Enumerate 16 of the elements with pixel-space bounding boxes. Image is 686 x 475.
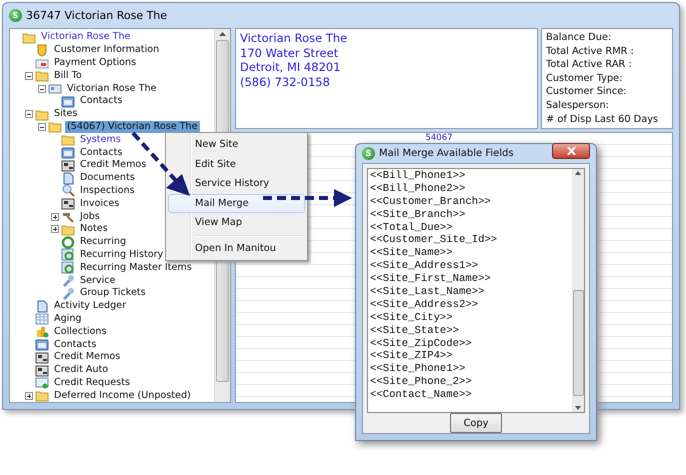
grid-label: 54067 <box>425 133 453 143</box>
summary-label: Total Active RAR : <box>546 58 633 72</box>
summary-label: Customer Since: <box>546 85 628 99</box>
address-line: 170 Water Street <box>240 46 340 60</box>
address-line: (586) 732-0158 <box>240 75 331 90</box>
address-line: Victorian Rose The <box>240 31 348 46</box>
summary-label: Salesperson: <box>546 98 610 113</box>
app-logo: S <box>362 147 375 160</box>
summary-label: # of Disp Last 60 Days <box>546 112 660 126</box>
app-logo: S <box>9 9 22 22</box>
address-line: Detroit, MI 48201 <box>240 60 342 76</box>
window-title: 36747 Victorian Rose The <box>26 9 168 22</box>
dialog-title: Mail Merge Available Fields <box>379 148 515 159</box>
summary-label: Customer Type: <box>546 72 624 86</box>
summary-label: Total Active RMR : <box>546 44 635 58</box>
summary-label: Balance Due: <box>546 31 612 45</box>
